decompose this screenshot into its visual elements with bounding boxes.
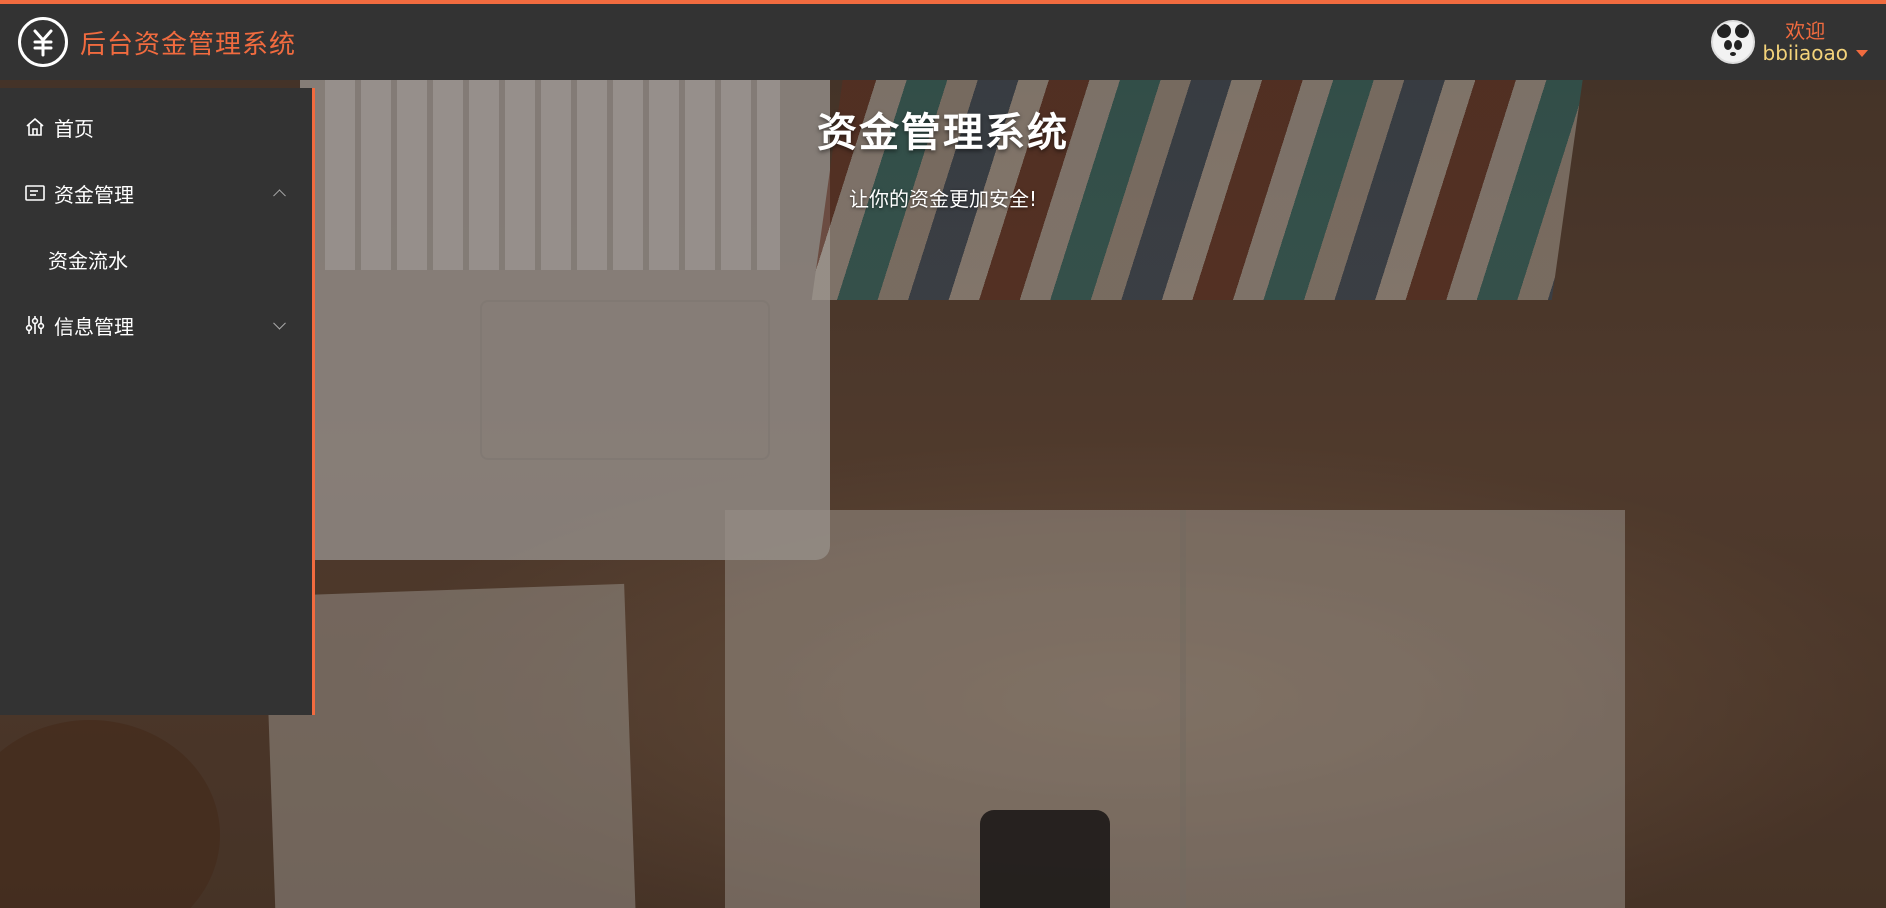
chevron-up-icon[interactable] (273, 189, 286, 203)
panda-avatar[interactable] (1710, 20, 1755, 64)
sidebar-item-fund-management[interactable]: 资金管理 (0, 160, 312, 226)
yuan-symbol-icon (33, 29, 53, 57)
sidebar-item-home[interactable]: 首页 (0, 94, 312, 160)
welcome-text: 欢迎 (1785, 19, 1826, 43)
yuan-circle-icon (18, 17, 68, 67)
home-icon (24, 116, 46, 138)
chevron-down-icon[interactable] (273, 316, 286, 330)
user-info: 欢迎 bbiiaoao (1763, 20, 1849, 64)
sidebar: 首页 资金管理 资金流水 信息管理 (0, 88, 315, 715)
sliders-icon (24, 314, 46, 336)
fund-list-icon (24, 182, 46, 204)
sidebar-item-label: 信息管理 (54, 314, 134, 339)
username-text: bbiiaoao (1762, 41, 1849, 65)
top-header: 后台资金管理系统 欢迎 bbiiaoao (0, 0, 1886, 80)
brand[interactable]: 后台资金管理系统 (0, 17, 296, 67)
app-title: 后台资金管理系统 (80, 29, 297, 60)
sidebar-item-label: 首页 (54, 116, 94, 141)
user-menu[interactable]: 欢迎 bbiiaoao (1710, 4, 1868, 80)
sidebar-subitem-label: 资金流水 (48, 248, 128, 273)
sidebar-item-info-management[interactable]: 信息管理 (0, 292, 312, 358)
sidebar-subitem-fund-flow[interactable]: 资金流水 (0, 226, 312, 292)
chevron-down-icon[interactable] (1856, 49, 1868, 57)
sidebar-item-label: 资金管理 (54, 182, 134, 207)
